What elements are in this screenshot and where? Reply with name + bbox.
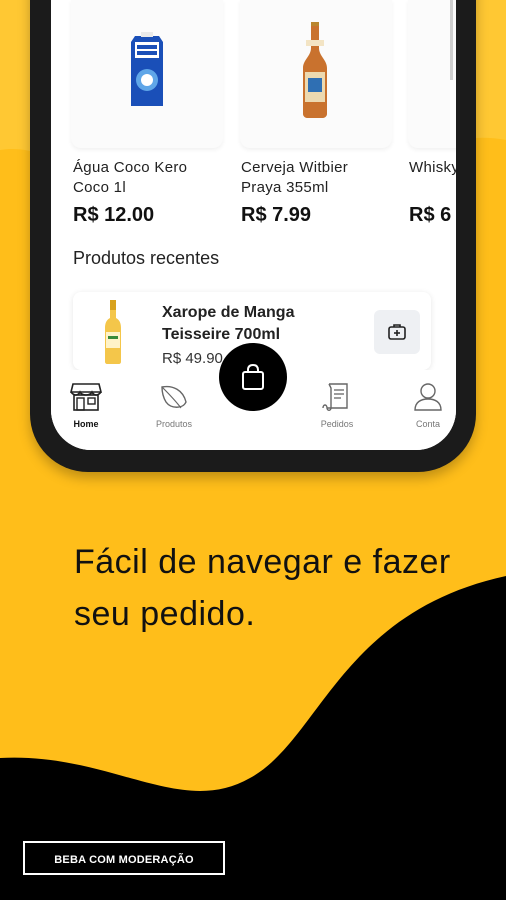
syrup-bottle-icon (105, 300, 121, 364)
product-price: R$ 6 (409, 204, 452, 226)
shopping-bag-icon (242, 363, 264, 390)
drink-responsibly-badge: BEBA COM MODERAÇÃO (23, 841, 225, 875)
product-card-whisky[interactable] (408, 0, 456, 148)
tab-home[interactable]: Home (51, 382, 121, 429)
receipt-icon (322, 383, 348, 411)
store-icon (69, 383, 103, 411)
product-card-agua-coco[interactable] (71, 0, 223, 148)
recent-product-name: Xarope de Manga Teisseire 700ml (162, 304, 295, 343)
product-name: Cerveja Witbier Praya 355ml (241, 159, 349, 196)
product-price: R$ 7.99 (241, 204, 312, 226)
coconut-water-carton-icon (131, 32, 163, 106)
cart-button[interactable] (219, 343, 287, 411)
headline: Fácil de navegar e fazer seu pedido. (74, 543, 451, 633)
tab-produtos[interactable]: Produtos (139, 382, 209, 429)
tab-label: Pedidos (320, 419, 354, 429)
tab-label: Conta (415, 419, 441, 429)
recent-products-title: Produtos recentes (73, 248, 220, 268)
tab-pedidos[interactable]: Pedidos (302, 382, 372, 429)
add-to-cart-icon (388, 324, 406, 340)
user-icon (414, 383, 442, 411)
product-name: Whisky Scotch (409, 159, 456, 176)
tab-label: Home (73, 419, 99, 429)
product-card-cerveja[interactable] (240, 0, 392, 148)
leaf-icon (161, 385, 187, 409)
tab-conta[interactable]: Conta (393, 382, 456, 429)
product-price: R$ 12.00 (73, 204, 155, 226)
beer-bottle-icon (303, 22, 327, 118)
whisky-bottle-icon (450, 0, 453, 80)
recent-product-price: R$ 49.90 (162, 350, 223, 367)
product-name: Água Coco Kero Coco 1l (73, 159, 188, 196)
add-to-cart-button[interactable] (374, 310, 420, 354)
tab-label: Produtos (155, 419, 193, 429)
